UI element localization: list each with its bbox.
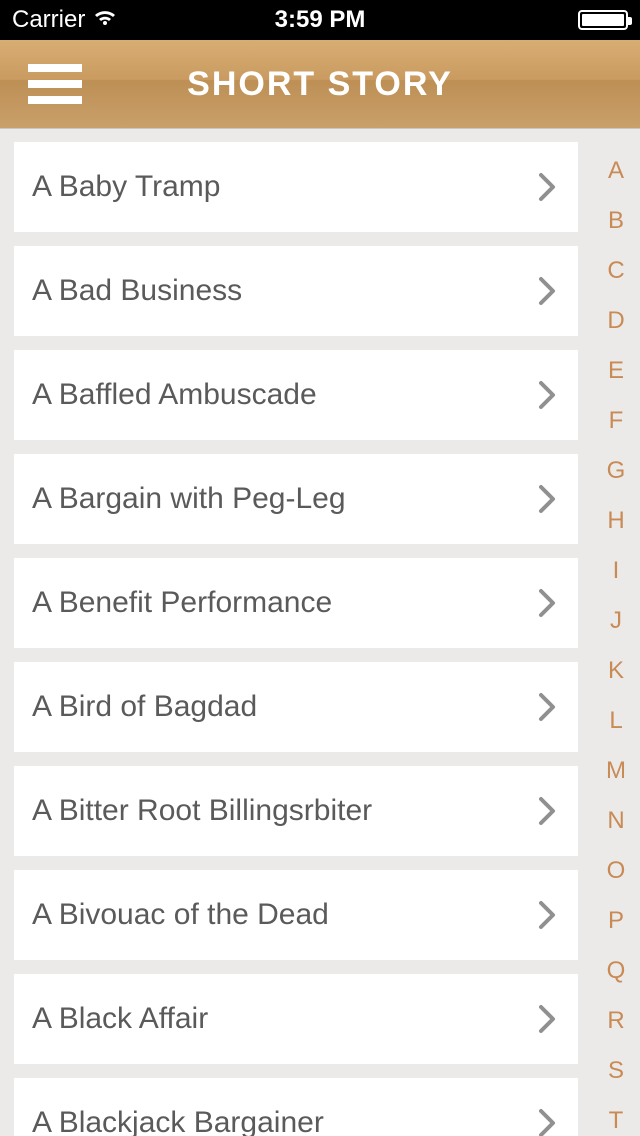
index-letter[interactable]: N	[607, 796, 624, 846]
hamburger-icon	[28, 80, 82, 88]
list-item[interactable]: A Black Affair	[14, 974, 578, 1064]
index-letter[interactable]: K	[608, 646, 624, 696]
list-item-label: A Baby Tramp	[32, 170, 220, 204]
list-item-label: A Bargain with Peg-Leg	[32, 482, 346, 516]
index-letter[interactable]: M	[606, 746, 626, 796]
index-letter[interactable]: B	[608, 196, 624, 246]
index-letter[interactable]: E	[608, 346, 624, 396]
list-item-label: A Bird of Bagdad	[32, 690, 257, 724]
list-item-label: A Blackjack Bargainer	[32, 1106, 324, 1136]
hamburger-icon	[28, 96, 82, 104]
index-letter[interactable]: T	[609, 1096, 624, 1136]
wifi-icon	[91, 6, 119, 34]
chevron-right-icon	[538, 796, 556, 826]
status-right	[570, 10, 628, 30]
index-letter[interactable]: L	[609, 696, 622, 746]
list-item[interactable]: A Bitter Root Billingsrbiter	[14, 766, 578, 856]
index-letter[interactable]: C	[607, 246, 624, 296]
index-letter[interactable]: I	[613, 546, 620, 596]
list-item[interactable]: A Bird of Bagdad	[14, 662, 578, 752]
nav-bar: SHORT STORY	[0, 40, 640, 128]
chevron-right-icon	[538, 484, 556, 514]
index-letter[interactable]: P	[608, 896, 624, 946]
list-item-label: A Black Affair	[32, 1002, 208, 1036]
index-letter[interactable]: S	[608, 1046, 624, 1096]
story-list[interactable]: A Baby Tramp A Bad Business A Baffled Ambu…	[0, 128, 592, 1136]
list-item[interactable]: A Benefit Performance	[14, 558, 578, 648]
index-letter[interactable]: H	[607, 496, 624, 546]
chevron-right-icon	[538, 1108, 556, 1136]
chevron-right-icon	[538, 276, 556, 306]
index-letter[interactable]: A	[608, 146, 624, 196]
list-item[interactable]: A Bad Business	[14, 246, 578, 336]
chevron-right-icon	[538, 588, 556, 618]
list-item[interactable]: A Baffled Ambuscade	[14, 350, 578, 440]
index-letter[interactable]: G	[607, 446, 626, 496]
list-item-label: A Bad Business	[32, 274, 242, 308]
hamburger-icon	[28, 64, 82, 72]
chevron-right-icon	[538, 692, 556, 722]
list-item[interactable]: A Bargain with Peg-Leg	[14, 454, 578, 544]
index-letter[interactable]: F	[609, 396, 624, 446]
content: A Baby Tramp A Bad Business A Baffled Ambu…	[0, 128, 640, 1136]
list-item-label: A Baffled Ambuscade	[32, 378, 317, 412]
alpha-index[interactable]: ABCDEFGHIJKLMNOPQRST	[592, 128, 640, 1136]
battery-icon	[578, 10, 628, 30]
index-letter[interactable]: R	[607, 996, 624, 1046]
status-left: Carrier	[12, 6, 119, 34]
index-letter[interactable]: Q	[607, 946, 626, 996]
chevron-right-icon	[538, 1004, 556, 1034]
menu-button[interactable]	[28, 64, 82, 104]
list-item[interactable]: A Baby Tramp	[14, 142, 578, 232]
list-item[interactable]: A Bivouac of the Dead	[14, 870, 578, 960]
status-bar: Carrier 3:59 PM	[0, 0, 640, 40]
index-letter[interactable]: J	[610, 596, 622, 646]
page-title: SHORT STORY	[0, 65, 640, 104]
list-item[interactable]: A Blackjack Bargainer	[14, 1078, 578, 1136]
chevron-right-icon	[538, 900, 556, 930]
status-time: 3:59 PM	[275, 6, 366, 34]
index-letter[interactable]: O	[607, 846, 626, 896]
list-item-label: A Bitter Root Billingsrbiter	[32, 794, 372, 828]
list-item-label: A Bivouac of the Dead	[32, 898, 329, 932]
index-letter[interactable]: D	[607, 296, 624, 346]
carrier-label: Carrier	[12, 6, 85, 34]
list-item-label: A Benefit Performance	[32, 586, 332, 620]
chevron-right-icon	[538, 380, 556, 410]
chevron-right-icon	[538, 172, 556, 202]
